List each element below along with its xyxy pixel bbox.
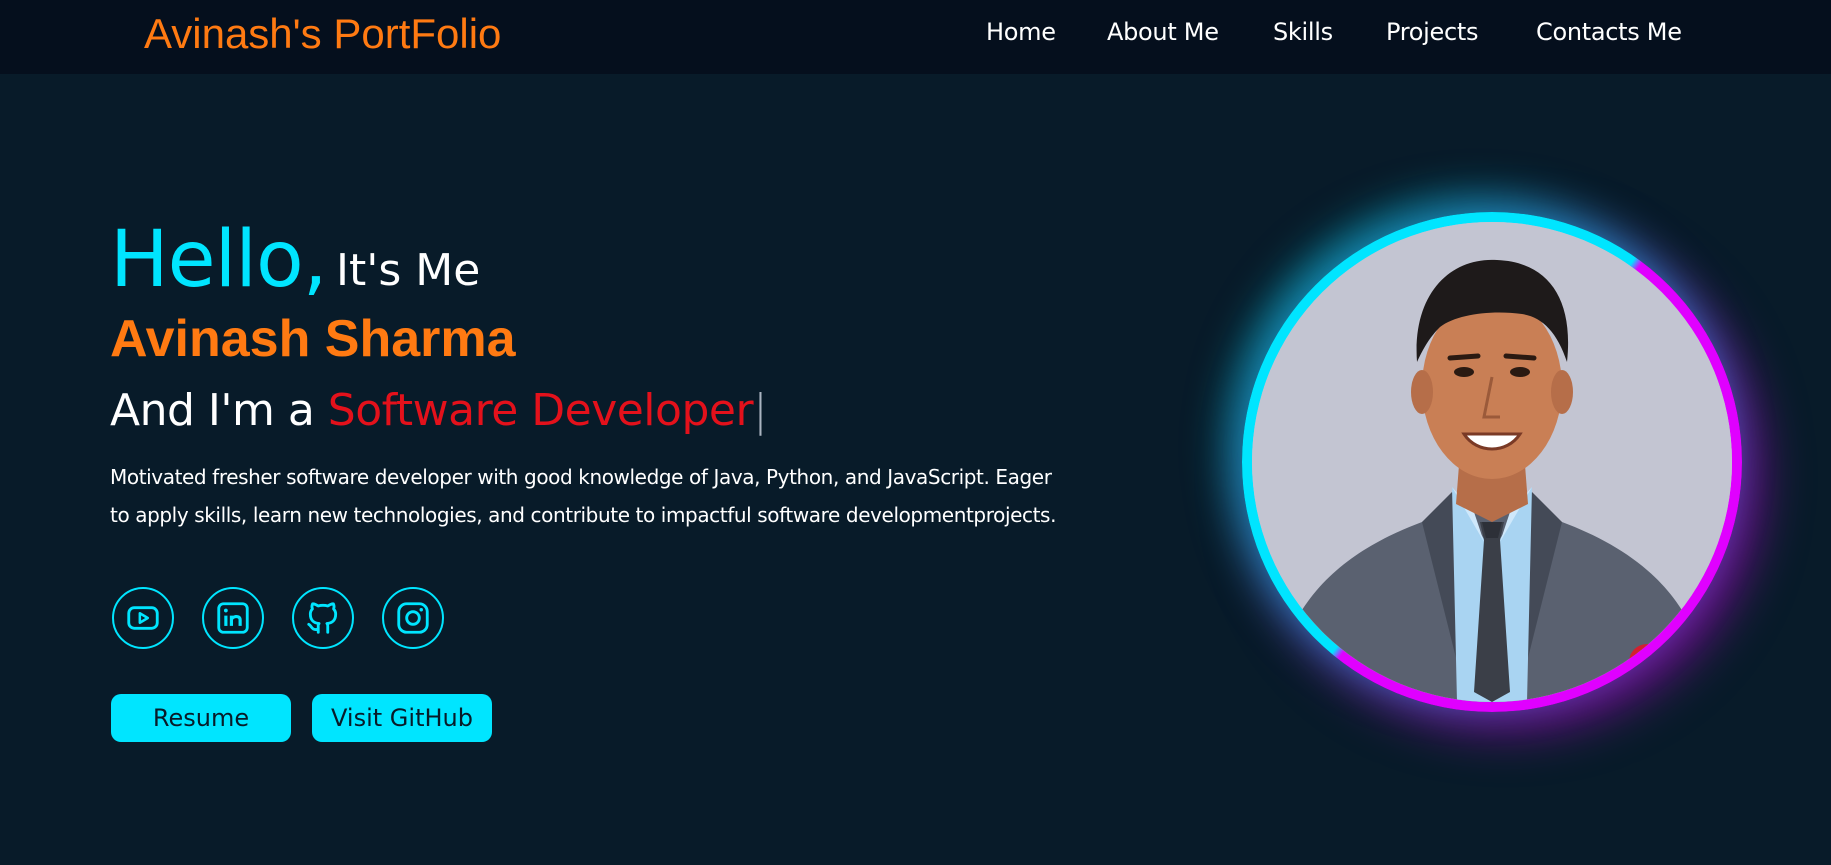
nav-link-skills[interactable]: Skills (1273, 18, 1333, 46)
resume-button[interactable]: Resume (111, 694, 291, 742)
typed-role: Software Developer (327, 385, 754, 436)
github-icon (307, 602, 338, 634)
nav-link-about[interactable]: About Me (1107, 18, 1219, 46)
role-line: And I'm a Software Developer| (110, 385, 768, 436)
linkedin-icon (217, 602, 249, 634)
instagram-icon (397, 602, 429, 634)
nav-link-contacts[interactable]: Contacts Me (1536, 18, 1682, 46)
profile-photo-frame (1242, 212, 1742, 712)
profile-photo (1252, 222, 1732, 702)
youtube-link[interactable] (112, 587, 174, 649)
hero-name: Avinash Sharma (110, 310, 516, 368)
nav-links: Home About Me Skills Projects Contacts M… (0, 18, 1831, 54)
nav-link-projects[interactable]: Projects (1386, 18, 1479, 46)
visit-github-button[interactable]: Visit GitHub (312, 694, 492, 742)
nav-link-home[interactable]: Home (986, 18, 1056, 46)
role-prefix: And I'm a (110, 385, 315, 436)
profile-photo-illustration (1252, 222, 1732, 702)
github-link[interactable] (292, 587, 354, 649)
instagram-link[interactable] (382, 587, 444, 649)
hero-description: Motivated fresher software developer wit… (110, 465, 1057, 527)
hello-heading: Hello, (110, 215, 327, 305)
linkedin-link[interactable] (202, 587, 264, 649)
youtube-icon (127, 606, 159, 630)
its-me-text: It's Me (336, 245, 481, 296)
navbar: Avinash's PortFolio Home About Me Skills… (0, 0, 1831, 74)
typing-cursor: | (753, 385, 768, 436)
